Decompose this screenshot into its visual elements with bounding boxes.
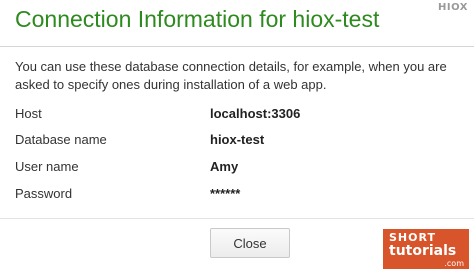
logo-line-tutorials: tutorials [389, 243, 457, 259]
footer-divider [0, 218, 474, 219]
connection-info-dialog: Connection Information for hiox-test HIO… [0, 0, 474, 272]
user-name-value: Amy [210, 159, 239, 174]
database-name-value: hiox-test [210, 132, 265, 147]
host-label: Host [15, 106, 42, 121]
info-row-user-name: User name Amy [15, 159, 455, 177]
info-row-password: Password ****** [15, 186, 455, 204]
dialog-title: Connection Information for hiox-test [15, 6, 380, 32]
close-button[interactable]: Close [210, 228, 290, 258]
dialog-description: You can use these database connection de… [15, 59, 447, 92]
user-name-label: User name [15, 159, 79, 174]
shorttutorials-logo: SHORT tutorials .com [383, 229, 469, 269]
logo-line-com: .com [444, 259, 464, 268]
password-label: Password [15, 186, 73, 201]
hiox-watermark: HIOX [438, 2, 468, 13]
host-value: localhost:3306 [210, 106, 301, 121]
title-divider [0, 46, 474, 47]
info-row-host: Host localhost:3306 [15, 106, 455, 124]
info-row-database-name: Database name hiox-test [15, 132, 455, 150]
database-name-label: Database name [15, 132, 107, 147]
password-value: ****** [210, 186, 241, 201]
